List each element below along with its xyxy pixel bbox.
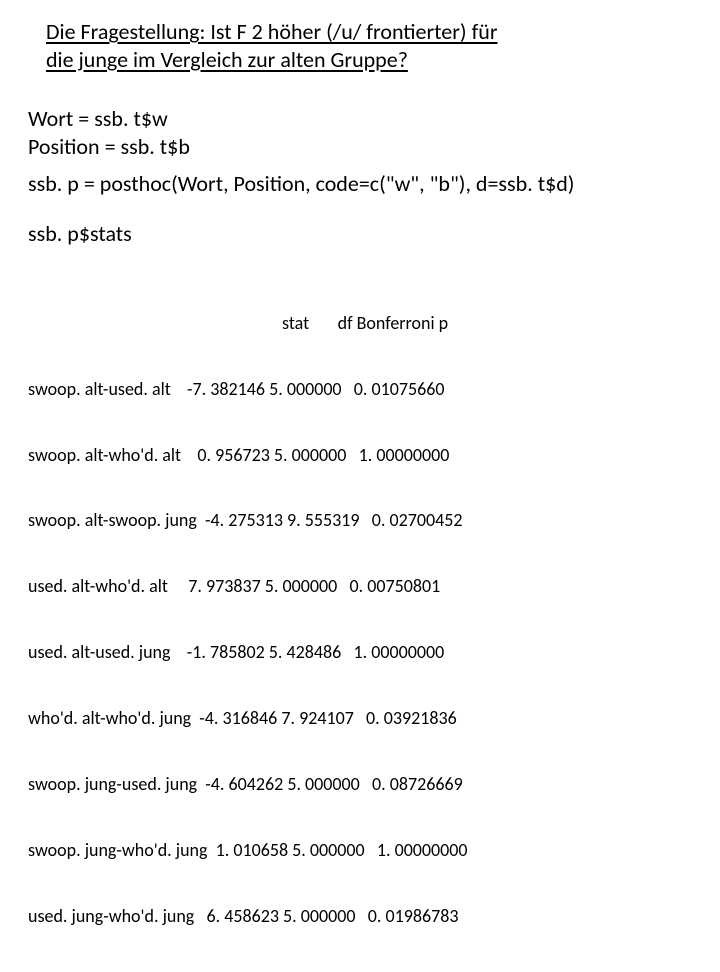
stats-row: swoop. alt-who'd. alt 0. 956723 5. 00000…	[28, 445, 692, 467]
code-block: Wort = ssb. t$w Position = ssb. t$b ssb.…	[28, 105, 692, 247]
stats-output: stat df Bonferroni p swoop. alt-used. al…	[28, 269, 692, 972]
code-line: Position = ssb. t$b	[28, 133, 692, 161]
stats-row: swoop. jung-who'd. jung 1. 010658 5. 000…	[28, 840, 692, 862]
slide-title: Die Fragestellung: Ist F 2 höher (/u/ fr…	[46, 18, 646, 73]
code-line: ssb. p = posthoc(Wort, Position, code=c(…	[28, 170, 692, 198]
stats-header: stat df Bonferroni p	[28, 313, 692, 335]
slide: Die Fragestellung: Ist F 2 höher (/u/ fr…	[0, 0, 720, 540]
title-line-1: Die Fragestellung: Ist F 2 höher (/u/ fr…	[46, 18, 498, 45]
stats-row: used. jung-who'd. jung 6. 458623 5. 0000…	[28, 906, 692, 928]
code-line: ssb. p$stats	[28, 220, 692, 248]
stats-row: swoop. alt-swoop. jung -4. 275313 9. 555…	[28, 510, 692, 532]
stats-row: used. alt-who'd. alt 7. 973837 5. 000000…	[28, 576, 692, 598]
stats-row: swoop. alt-used. alt -7. 382146 5. 00000…	[28, 379, 692, 401]
stats-row: who'd. alt-who'd. jung -4. 316846 7. 924…	[28, 708, 692, 730]
code-line: Wort = ssb. t$w	[28, 105, 692, 133]
stats-row: swoop. jung-used. jung -4. 604262 5. 000…	[28, 774, 692, 796]
stats-row: used. alt-used. jung -1. 785802 5. 42848…	[28, 642, 692, 664]
title-line-2: die junge im Vergleich zur alten Gruppe?	[46, 46, 408, 73]
